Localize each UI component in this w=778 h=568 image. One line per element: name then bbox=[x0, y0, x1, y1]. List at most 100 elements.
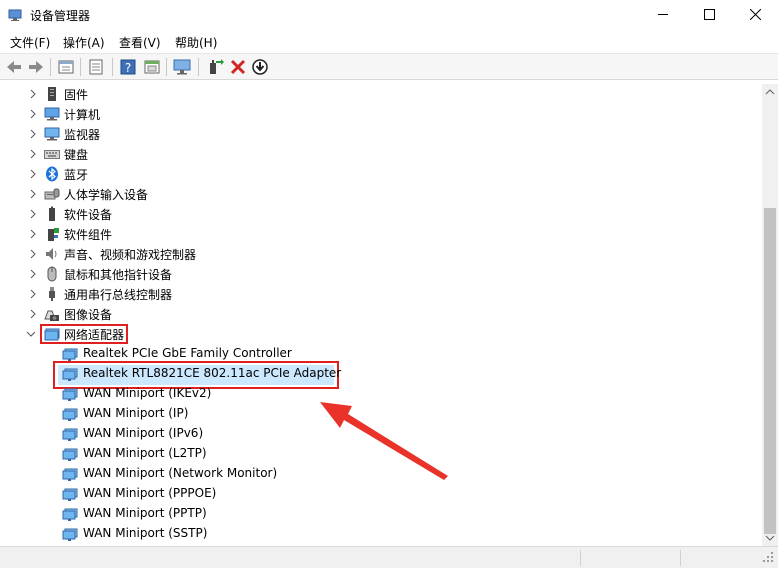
tree-item-software-components[interactable]: 软件组件 bbox=[0, 224, 762, 244]
menu-action[interactable]: 操作(A) bbox=[63, 34, 105, 51]
network-adapter-icon bbox=[62, 488, 78, 501]
tree-item-label: 声音、视频和游戏控制器 bbox=[64, 248, 197, 262]
tree-item-adapter-selected[interactable]: Realtek RTL8821CE 802.11ac PCIe Adapter bbox=[0, 364, 762, 384]
view2-icon[interactable] bbox=[142, 57, 162, 77]
help-icon[interactable]: ? bbox=[118, 57, 138, 77]
scrollbar-thumb[interactable] bbox=[764, 208, 776, 534]
tree-item-label: 人体学输入设备 bbox=[64, 188, 149, 202]
download-icon[interactable] bbox=[250, 57, 270, 77]
mouse-icon bbox=[47, 266, 57, 282]
bluetooth-icon bbox=[46, 166, 58, 182]
tree-item-label: WAN Miniport (PPPOE) bbox=[83, 486, 217, 500]
keyboard-icon bbox=[44, 150, 60, 159]
menu-file[interactable]: 文件(F) bbox=[10, 34, 50, 51]
annotation-arrow bbox=[320, 402, 448, 480]
tree-item-label: 计算机 bbox=[64, 108, 101, 122]
chevron-right-icon[interactable] bbox=[28, 109, 38, 119]
status-bar bbox=[0, 546, 778, 568]
hid-icon bbox=[44, 188, 60, 200]
tree-item-monitor[interactable]: 监视器 bbox=[0, 124, 762, 144]
tree-item-keyboard[interactable]: 键盘 bbox=[0, 144, 762, 164]
menu-bar: 文件(F) 操作(A) 查看(V) 帮助(H) bbox=[0, 30, 778, 54]
network-adapter-icon bbox=[62, 528, 78, 541]
chevron-right-icon[interactable] bbox=[28, 129, 38, 139]
network-icon bbox=[44, 328, 60, 341]
status-pane bbox=[580, 550, 581, 566]
tree-item-label: WAN Miniport (PPTP) bbox=[83, 506, 207, 520]
tree-item-label: Realtek PCIe GbE Family Controller bbox=[83, 346, 292, 360]
monitor-icon bbox=[44, 127, 60, 141]
tree-item-hid[interactable]: 人体学输入设备 bbox=[0, 184, 762, 204]
svg-text:?: ? bbox=[125, 61, 131, 75]
menu-view[interactable]: 查看(V) bbox=[119, 34, 161, 51]
chevron-right-icon[interactable] bbox=[28, 269, 38, 279]
tree-item-label: 监视器 bbox=[64, 128, 101, 142]
chevron-right-icon[interactable] bbox=[28, 309, 38, 319]
chevron-right-icon[interactable] bbox=[28, 189, 38, 199]
window-title: 设备管理器 bbox=[30, 9, 91, 23]
tree-item-bluetooth[interactable]: 蓝牙 bbox=[0, 164, 762, 184]
chevron-down-icon[interactable] bbox=[26, 329, 36, 339]
tree-item-adapter[interactable]: WAN Miniport (PPPOE) bbox=[0, 484, 762, 504]
tree-item-label: WAN Miniport (Network Monitor) bbox=[83, 466, 278, 480]
resize-grip-icon[interactable] bbox=[762, 551, 774, 563]
device-manager-icon bbox=[8, 9, 22, 21]
tree-item-label: 软件设备 bbox=[64, 208, 113, 222]
tree-item-computer[interactable]: 计算机 bbox=[0, 104, 762, 124]
tree-item-label: WAN Miniport (IPv6) bbox=[83, 426, 204, 440]
tree-item-software-devices[interactable]: 软件设备 bbox=[0, 204, 762, 224]
tree-item-mouse[interactable]: 鼠标和其他指针设备 bbox=[0, 264, 762, 284]
tree-item-label: 鼠标和其他指针设备 bbox=[64, 268, 173, 282]
chevron-right-icon[interactable] bbox=[28, 229, 38, 239]
tree-item-adapter[interactable]: WAN Miniport (SSTP) bbox=[0, 524, 762, 544]
minimize-button[interactable] bbox=[640, 0, 686, 30]
back-icon[interactable] bbox=[4, 57, 24, 77]
monitor-icon[interactable] bbox=[172, 57, 192, 77]
close-button[interactable] bbox=[732, 0, 778, 30]
update-driver-icon[interactable] bbox=[204, 57, 224, 77]
network-adapter-icon bbox=[62, 348, 78, 361]
camera-icon bbox=[44, 310, 59, 321]
sound-icon bbox=[46, 248, 57, 260]
network-adapter-icon bbox=[62, 368, 78, 381]
tree-item-label: Realtek RTL8821CE 802.11ac PCIe Adapter bbox=[83, 366, 342, 380]
tree-item-label: WAN Miniport (L2TP) bbox=[83, 446, 207, 460]
chevron-right-icon[interactable] bbox=[28, 89, 38, 99]
scroll-down-icon[interactable] bbox=[762, 530, 778, 546]
tree-item-label: 软件组件 bbox=[64, 228, 113, 242]
view-icon[interactable] bbox=[56, 57, 76, 77]
menu-help[interactable]: 帮助(H) bbox=[175, 34, 217, 51]
tree-item-sound[interactable]: 声音、视频和游戏控制器 bbox=[0, 244, 762, 264]
chevron-right-icon[interactable] bbox=[28, 289, 38, 299]
scroll-up-icon[interactable] bbox=[762, 84, 778, 100]
uninstall-icon[interactable] bbox=[228, 57, 248, 77]
network-adapter-icon bbox=[62, 408, 78, 421]
chevron-right-icon[interactable] bbox=[28, 149, 38, 159]
tree-item-adapter[interactable]: WAN Miniport (PPTP) bbox=[0, 504, 762, 524]
network-adapter-icon bbox=[62, 508, 78, 521]
tree-item-label: 键盘 bbox=[64, 148, 89, 162]
chevron-right-icon[interactable] bbox=[28, 249, 38, 259]
chevron-right-icon[interactable] bbox=[28, 169, 38, 179]
toolbar: ? bbox=[0, 54, 778, 80]
tree-item-firmware[interactable]: 固件 bbox=[0, 84, 762, 104]
software-device-icon bbox=[49, 206, 55, 221]
tree-item-label: WAN Miniport (IP) bbox=[83, 406, 189, 420]
properties-icon[interactable] bbox=[86, 57, 106, 77]
tree-item-network-adapters[interactable]: 网络适配器 bbox=[0, 324, 762, 344]
maximize-button[interactable] bbox=[686, 0, 732, 30]
tree-item-label: 网络适配器 bbox=[64, 328, 125, 342]
tree-item-usb[interactable]: 通用串行总线控制器 bbox=[0, 284, 762, 304]
network-adapter-icon bbox=[62, 428, 78, 441]
chevron-right-icon[interactable] bbox=[28, 209, 38, 219]
tree-item-imaging[interactable]: 图像设备 bbox=[0, 304, 762, 324]
network-adapter-icon bbox=[62, 468, 78, 481]
title-bar: 设备管理器 bbox=[0, 0, 778, 30]
forward-icon[interactable] bbox=[26, 57, 46, 77]
tree-item-label: 图像设备 bbox=[64, 308, 113, 322]
status-pane bbox=[680, 550, 681, 566]
tree-item-adapter[interactable]: Realtek PCIe GbE Family Controller bbox=[0, 344, 762, 364]
usb-icon bbox=[49, 287, 55, 301]
tree-item-label: 通用串行总线控制器 bbox=[64, 288, 173, 302]
close-icon bbox=[750, 9, 761, 20]
